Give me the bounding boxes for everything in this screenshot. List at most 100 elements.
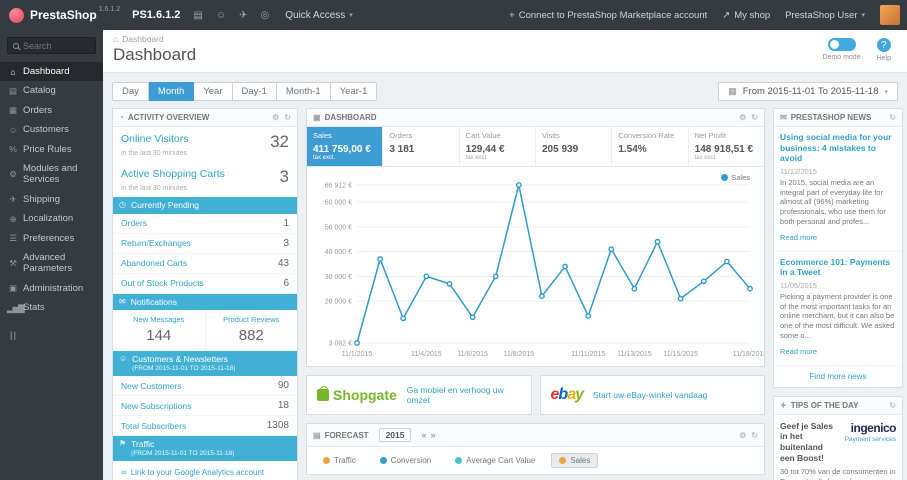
date-range-picker[interactable]: ▦ From 2015-11-01 To 2015-11-18 ▾ [718, 82, 898, 101]
tip-content: Geef je Sales in het buitenland een Boos… [774, 415, 902, 480]
cart-icon[interactable]: ▤ [193, 10, 202, 21]
sidebar-item-stats[interactable]: ▂▅▇ Stats [0, 298, 103, 317]
ebay-promo[interactable]: ebay Start uw eBay-winkel vandaag [539, 375, 765, 415]
forecast-legend-sales[interactable]: Sales [551, 453, 599, 468]
shopping-bag-icon [317, 386, 329, 401]
refresh-icon[interactable]: ↻ [284, 113, 291, 122]
forecast-panel: ▤ FORECAST 2015 « » ⚙ ↻ Traffic Conversi… [306, 423, 765, 475]
new-messages-cell[interactable]: New Messages 144 [113, 310, 206, 352]
news-article-excerpt: In 2015, social media are an integral pa… [780, 177, 886, 226]
sidebar-item-modules[interactable]: ⚙ Modules and Services [0, 159, 103, 190]
kpi-visits[interactable]: Visits 205 939 [536, 127, 613, 166]
sidebar-item-customers[interactable]: ☺ Customers [0, 120, 103, 139]
forecast-year-select[interactable]: 2015 [378, 428, 412, 442]
sidebar-item-shipping[interactable]: ✈ Shipping [0, 190, 103, 209]
user-menu[interactable]: PrestaShop User ▾ [785, 10, 865, 21]
kpi-cart-value[interactable]: Cart Value 129,44 € tax excl. [460, 127, 536, 166]
send-icon[interactable]: ✈ [239, 10, 247, 21]
sidebar-item-label: Preferences [23, 232, 75, 244]
gear-icon[interactable]: ⚙ [272, 113, 279, 122]
next-year-icon[interactable]: » [431, 430, 436, 440]
range-year-1-button[interactable]: Year-1 [330, 82, 378, 101]
flag-icon: ⚑ [119, 439, 127, 448]
forecast-legend-traffic[interactable]: Traffic [315, 453, 364, 468]
pending-returns-row: Return/Exchanges 3 [113, 234, 297, 254]
sidebar-item-preferences[interactable]: ☰ Preferences [0, 229, 103, 248]
page-header: ⌂ Dashboard Dashboard Demo mode ? Help [103, 30, 907, 73]
external-link-icon: ↗ [722, 9, 731, 21]
sidebar-item-price-rules[interactable]: % Price Rules [0, 140, 103, 159]
online-visitors-value: 32 [270, 132, 289, 151]
read-more-link[interactable]: Read more [780, 347, 817, 356]
collapse-sidebar-button[interactable]: || [0, 317, 103, 353]
forecast-legend-conversion[interactable]: Conversion [372, 453, 439, 468]
google-analytics-link[interactable]: ∞ Link to your Google Analytics account [113, 461, 297, 480]
refresh-icon[interactable]: ↻ [889, 401, 896, 410]
svg-text:50 000 €: 50 000 € [325, 224, 352, 231]
out-of-stock-row: Out of Stock Products 6 [113, 274, 297, 294]
svg-text:11/15/2015: 11/15/2015 [663, 351, 698, 358]
pending-orders-link[interactable]: Orders [121, 218, 147, 228]
total-subscribers-link[interactable]: Total Subscribers [121, 421, 186, 431]
sidebar-item-dashboard[interactable]: ⌂ Dashboard [0, 62, 103, 82]
sidebar-item-catalog[interactable]: ▤ Catalog [0, 81, 103, 100]
kpi-net-profit[interactable]: Net Profit 148 918,51 € tax excl. [689, 127, 764, 166]
active-carts-link[interactable]: Active Shopping Carts [121, 168, 225, 180]
plug-icon: + [509, 9, 515, 21]
kpi-conversion-rate[interactable]: Conversion Rate 1.54% [612, 127, 689, 166]
activity-overview-panel: ◔ ACTIVITY OVERVIEW ⚙ ↻ Online Visitors … [112, 108, 298, 480]
pending-returns-link[interactable]: Return/Exchanges [121, 238, 191, 248]
online-visitors-link[interactable]: Online Visitors [121, 133, 189, 145]
read-more-link[interactable]: Read more [780, 233, 817, 242]
shopgate-link[interactable]: Ga mobiel en verhoog uw omzet [407, 385, 521, 405]
lifering-icon[interactable]: ◎ [261, 10, 270, 21]
forecast-legend-average-cart-value[interactable]: Average Cart Value [447, 453, 543, 468]
refresh-icon[interactable]: ↻ [751, 431, 758, 440]
news-article-title-link[interactable]: Using social media for your business: 4 … [780, 132, 896, 164]
sidebar-item-localization[interactable]: ⊕ Localization [0, 209, 103, 228]
person-icon: ☺ [119, 354, 128, 364]
profile-icon[interactable]: ☺ [216, 10, 226, 21]
chart-legend[interactable]: Sales [721, 173, 750, 182]
shop-name[interactable]: PS1.6.1.2 [132, 9, 180, 21]
help-icon[interactable]: ? [876, 38, 891, 52]
demo-mode-toggle[interactable] [827, 38, 856, 51]
range-month-button[interactable]: Month [148, 82, 195, 101]
person-icon: ☺ [8, 124, 18, 135]
find-more-news-link[interactable]: Find more news [774, 366, 902, 387]
calendar-icon: ▦ [728, 86, 737, 96]
tip-icon: ✦ [780, 400, 787, 410]
refresh-icon[interactable]: ↻ [889, 113, 896, 122]
gear-icon[interactable]: ⚙ [739, 113, 746, 122]
kpi-orders[interactable]: Orders 3 181 [383, 127, 460, 166]
quick-access-menu[interactable]: Quick Access ▾ [285, 10, 353, 21]
previous-year-icon[interactable]: « [421, 430, 426, 440]
new-customers-link[interactable]: New Customers [121, 381, 181, 391]
sidebar-item-advanced-parameters[interactable]: ⚒ Advanced Parameters [0, 248, 103, 279]
abandoned-carts-link[interactable]: Abandoned Carts [121, 258, 187, 268]
sidebar-item-orders[interactable]: ▦ Orders [0, 101, 103, 120]
gear-icon[interactable]: ⚙ [739, 431, 746, 440]
out-of-stock-link[interactable]: Out of Stock Products [121, 278, 204, 288]
product-reviews-cell[interactable]: Product Reviews 882 [206, 310, 298, 351]
sidebar-item-administration[interactable]: ▣ Administration [0, 279, 103, 298]
range-day-1-button[interactable]: Day-1 [232, 82, 277, 101]
marketplace-link[interactable]: + Connect to PrestaShop Marketplace acco… [509, 10, 707, 21]
kpi-sales[interactable]: Sales 411 759,00 € tax excl. [307, 127, 384, 166]
shopgate-promo[interactable]: Shopgate Ga mobiel en verhoog uw omzet [306, 375, 532, 415]
svg-text:60 000 €: 60 000 € [325, 200, 352, 207]
range-year-button[interactable]: Year [194, 82, 233, 101]
range-day-button[interactable]: Day [112, 82, 149, 101]
ebay-link[interactable]: Start uw eBay-winkel vandaag [593, 390, 707, 400]
refresh-icon[interactable]: ↻ [751, 113, 758, 122]
new-subscriptions-row: New Subscriptions 18 [113, 396, 297, 416]
svg-text:66 912 €: 66 912 € [325, 183, 352, 190]
search-input[interactable] [23, 40, 93, 51]
new-subscriptions-link[interactable]: New Subscriptions [121, 401, 191, 411]
avatar[interactable] [880, 5, 900, 25]
my-shop-link[interactable]: ↗ My shop [722, 10, 770, 21]
news-article-title-link[interactable]: Ecommerce 101: Payments in a Tweet [780, 257, 896, 278]
sidebar-search[interactable] [7, 37, 96, 54]
range-month-1-button[interactable]: Month-1 [276, 82, 331, 101]
sales-legend-dot [721, 174, 729, 181]
